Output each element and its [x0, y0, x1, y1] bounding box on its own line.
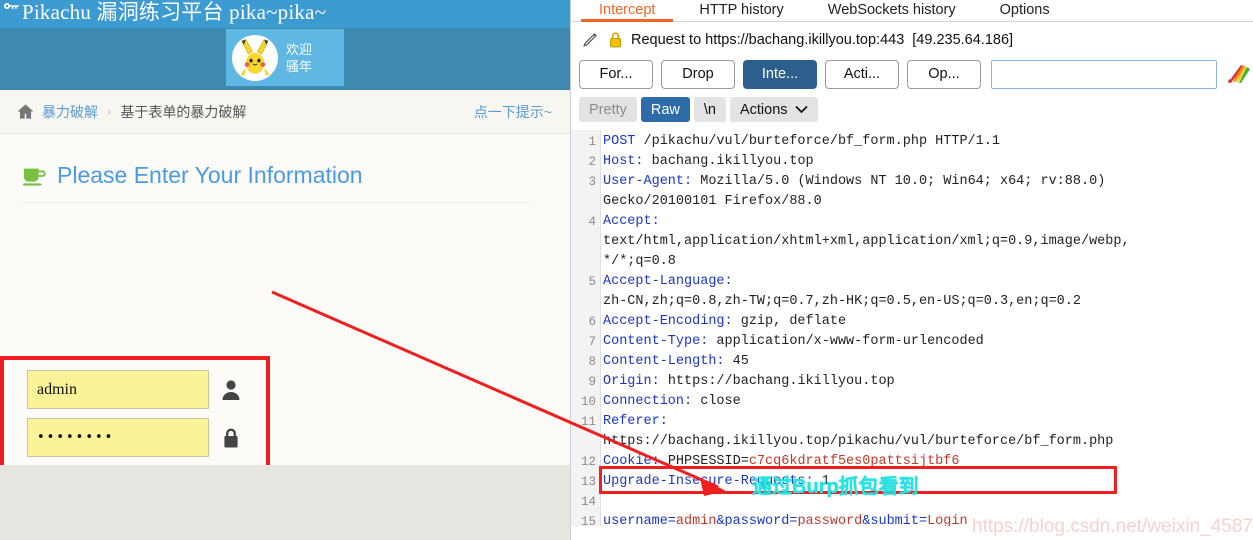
action-button[interactable]: Acti...: [825, 59, 899, 89]
request-line: Upgrade-Insecure-Requests: 1: [603, 474, 830, 489]
request-target-text: Request to https://bachang.ikillyou.top:…: [631, 31, 905, 48]
request-line: Accept-Language:: [603, 274, 733, 289]
username-input[interactable]: [27, 370, 209, 409]
site-subheader: 欢迎 骚年: [0, 28, 570, 90]
line-number: 15: [580, 515, 596, 526]
site-header: Pikachu 漏洞练习平台 pika~pika~: [0, 0, 570, 28]
actions-dropdown[interactable]: Actions: [729, 97, 818, 122]
password-input[interactable]: [27, 418, 209, 457]
request-line: Origin: https://bachang.ikillyou.top: [603, 374, 895, 389]
breadcrumb-current: 基于表单的暴力破解: [120, 103, 247, 120]
tab-websockets-history[interactable]: WebSockets history: [806, 3, 978, 21]
search-input[interactable]: [991, 59, 1217, 89]
breadcrumb: 暴力破解 › 基于表单的暴力破解 点一下提示~: [0, 90, 570, 134]
request-line: */*;q=0.8: [603, 254, 676, 269]
request-line: Content-Type: application/x-www-form-url…: [603, 334, 984, 349]
intercept-toggle-button[interactable]: Inte...: [743, 59, 817, 89]
line-number: 3: [588, 175, 596, 189]
forward-button[interactable]: For...: [579, 59, 653, 89]
request-line: text/html,application/xhtml+xml,applicat…: [603, 234, 1130, 249]
tab-options[interactable]: Options: [978, 3, 1072, 21]
line-number: [571, 252, 600, 272]
color-fan-icon[interactable]: [1227, 62, 1251, 86]
raw-toggle[interactable]: Raw: [640, 97, 690, 122]
tab-intercept[interactable]: Intercept: [577, 3, 677, 22]
actions-label: Actions: [739, 101, 788, 118]
coffee-cup-icon: [22, 168, 46, 186]
request-line: User-Agent: Mozilla/5.0 (Windows NT 10.0…: [603, 174, 1106, 189]
newline-toggle[interactable]: \n: [693, 97, 726, 122]
line-number: 4: [588, 215, 596, 229]
page-footer: [0, 465, 570, 540]
pikachu-avatar-icon: [240, 38, 270, 76]
line-number: 13: [580, 475, 596, 489]
breadcrumb-parent-link[interactable]: 暴力破解: [42, 102, 98, 122]
burp-suite-panel: Intercept HTTP history WebSockets histor…: [570, 0, 1253, 540]
request-line: Host: bachang.ikillyou.top: [603, 154, 814, 169]
request-editor[interactable]: 1 2 3 4 5 6 7 8 9 10 11 12 13 14 15 POST /pikachu/vul/…: [571, 130, 1253, 526]
chevron-down-icon: [794, 105, 808, 114]
request-line: Cookie: PHPSESSID=c7cq6kdratf5es0pattsij…: [603, 454, 960, 469]
line-number: [571, 192, 600, 212]
drop-button[interactable]: Drop: [661, 59, 735, 89]
request-line: zh-CN,zh;q=0.8,zh-TW;q=0.7,zh-HK;q=0.5,e…: [603, 294, 1081, 309]
panel-heading: Please Enter Your Information: [22, 134, 548, 189]
site-title: Pikachu 漏洞练习平台 pika~pika~: [22, 0, 327, 24]
welcome-text: 欢迎 骚年: [286, 41, 313, 74]
credentials-highlight-box: [0, 356, 270, 475]
key-icon: [4, 2, 19, 10]
burp-tab-bar: Intercept HTTP history WebSockets histor…: [571, 0, 1253, 22]
request-line: POST /pikachu/vul/burteforce/bf_form.php…: [603, 134, 1000, 149]
request-line: https://bachang.ikillyou.top/pikachu/vul…: [603, 434, 1114, 449]
divider: [22, 202, 530, 203]
breadcrumb-separator: ›: [107, 104, 112, 119]
line-number: 10: [580, 395, 596, 409]
line-number: 5: [588, 275, 596, 289]
request-target-ip: [49.235.64.186]: [912, 31, 1014, 48]
request-line: Content-Length: 45: [603, 354, 749, 369]
line-number-gutter: 1 2 3 4 5 6 7 8 9 10 11 12 13 14 15: [571, 130, 601, 526]
line-number: 7: [588, 335, 596, 349]
line-number: [571, 432, 600, 452]
request-info-bar: Request to https://bachang.ikillyou.top:…: [571, 22, 1253, 56]
line-number: [571, 232, 600, 252]
line-number: 14: [580, 495, 596, 509]
line-number: 6: [588, 315, 596, 329]
pencil-icon[interactable]: [581, 30, 600, 49]
hint-link[interactable]: 点一下提示~: [474, 102, 552, 122]
user-icon: [222, 379, 240, 400]
password-field-row: [27, 418, 241, 457]
lock-icon: [610, 32, 621, 48]
request-line: Referer:: [603, 414, 668, 429]
view-toggle-row: Pretty Raw \n Actions: [571, 92, 1253, 128]
request-line: Gecko/20100101 Firefox/88.0: [603, 194, 822, 209]
line-number: 8: [588, 355, 596, 369]
line-number: [571, 292, 600, 312]
request-line: Accept-Encoding: gzip, deflate: [603, 314, 847, 329]
login-panel: Please Enter Your Information admin ••••…: [0, 134, 570, 540]
tab-http-history[interactable]: HTTP history: [677, 3, 805, 21]
line-number: 12: [580, 455, 596, 469]
lock-icon: [224, 428, 238, 447]
screenshot-root: Pikachu 漏洞练习平台 pika~pika~ 欢迎 骚年 暴力破解 › 基…: [0, 0, 1253, 540]
open-browser-button[interactable]: Op...: [907, 59, 981, 89]
intercept-button-row: For... Drop Inte... Acti... Op...: [571, 56, 1253, 92]
line-number: 9: [588, 375, 596, 389]
avatar: [232, 34, 278, 81]
line-number: 11: [580, 415, 596, 429]
request-raw-text: POST /pikachu/vul/burteforce/bf_form.php…: [603, 130, 1253, 526]
page-title: Please Enter Your Information: [57, 162, 363, 188]
pikachu-browser-panel: Pikachu 漏洞练习平台 pika~pika~ 欢迎 骚年 暴力破解 › 基…: [0, 0, 570, 540]
request-line: Accept:: [603, 214, 660, 229]
request-line: username=admin&password=password&submit=…: [603, 514, 968, 526]
username-field-row: [27, 370, 241, 409]
request-line: Connection: close: [603, 394, 741, 409]
pretty-toggle[interactable]: Pretty: [579, 97, 637, 122]
line-number: 2: [588, 155, 596, 169]
user-badge[interactable]: 欢迎 骚年: [226, 29, 344, 86]
line-number: 1: [588, 135, 596, 149]
home-icon[interactable]: [16, 102, 35, 121]
request-line: [603, 492, 1253, 512]
